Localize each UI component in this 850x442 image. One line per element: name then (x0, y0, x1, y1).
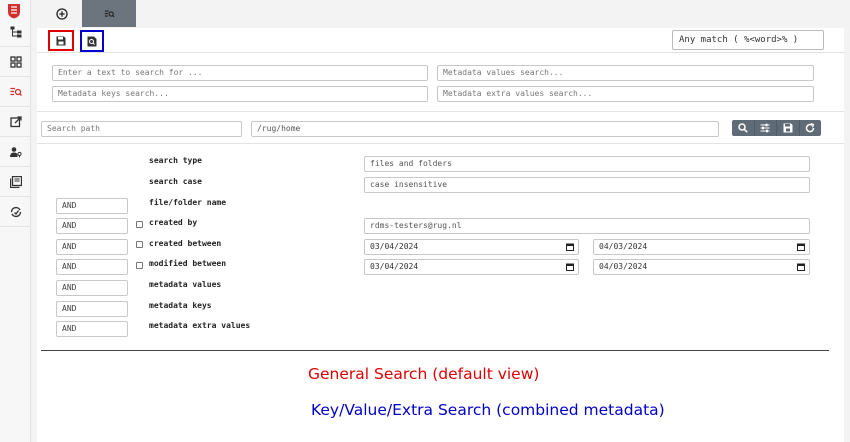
metadata-extra-input[interactable]: Metadata extra values search... (437, 86, 814, 102)
date-value: 04/03/2024 (599, 262, 648, 271)
search-case-label: search case (149, 177, 202, 186)
keyvalue-search-caption: Key/Value/Extra Search (combined metadat… (311, 401, 665, 419)
general-search-view-button[interactable] (48, 30, 74, 51)
metadata-keys-input[interactable]: Metadata keys search... (52, 86, 428, 102)
operator-select[interactable]: AND (56, 198, 128, 214)
operator-select[interactable]: AND (56, 321, 128, 337)
doc-search-icon (87, 36, 97, 46)
action-button-group (732, 120, 821, 136)
search-list-icon (10, 87, 22, 96)
operator-select[interactable]: AND (56, 239, 128, 255)
filter-settings-button[interactable] (755, 120, 777, 136)
metadata-keys-label: metadata keys (149, 301, 212, 310)
metadata-extra-values-label: metadata extra values (149, 321, 251, 330)
main-area: Any match ( %<word>% ) Enter a text to s… (31, 0, 850, 442)
calendar-icon (566, 243, 574, 251)
calendar-icon (566, 263, 574, 271)
text-search-input[interactable]: Enter a text to search for ... (52, 65, 428, 81)
reset-button[interactable] (800, 120, 822, 136)
path-value-input[interactable]: /rug/home (251, 121, 719, 137)
nav-user-access[interactable] (0, 137, 31, 167)
operator-select[interactable]: AND (56, 218, 128, 234)
search-case-select[interactable]: case insensitive (364, 177, 810, 193)
created-between-checkbox[interactable] (136, 241, 143, 248)
created-to-date[interactable]: 04/03/2024 (593, 239, 810, 255)
metadata-values-input[interactable]: Metadata values search... (437, 65, 814, 81)
date-value: 04/03/2024 (599, 242, 648, 251)
tab-bar (31, 0, 850, 28)
nav-search[interactable] (0, 77, 31, 107)
modified-to-date[interactable]: 04/03/2024 (593, 259, 810, 275)
search-button[interactable] (732, 120, 755, 136)
divider (37, 52, 844, 53)
left-navigation-rail (0, 0, 31, 442)
user-key-icon (9, 146, 22, 157)
divider (37, 111, 844, 112)
nav-tree[interactable] (0, 17, 31, 47)
nav-library[interactable] (0, 167, 31, 197)
divider (37, 143, 844, 144)
nav-dashboard[interactable] (0, 47, 31, 77)
modified-between-label: modified between (149, 259, 227, 268)
calendar-icon (797, 263, 805, 271)
add-circle-icon (56, 8, 68, 20)
file-folder-name-label: file/folder name (149, 198, 227, 207)
search-panel: Any match ( %<word>% ) Enter a text to s… (37, 28, 844, 442)
search-type-label: search type (149, 156, 202, 165)
save-icon (783, 123, 793, 133)
created-between-label: created between (149, 239, 222, 248)
keyvalue-search-view-button[interactable] (80, 30, 104, 52)
match-mode-select[interactable]: Any match ( %<word>% ) (672, 30, 824, 50)
operator-select[interactable]: AND (56, 280, 128, 296)
nav-external[interactable] (0, 107, 31, 137)
modified-from-date[interactable]: 03/04/2024 (364, 259, 579, 275)
save-icon (56, 36, 66, 45)
nav-sync[interactable] (0, 197, 31, 227)
calendar-icon (797, 243, 805, 251)
grid-icon (9, 55, 22, 68)
date-value: 03/04/2024 (370, 242, 419, 251)
external-link-icon (9, 115, 22, 127)
books-icon (9, 175, 22, 188)
refresh-icon (806, 123, 815, 133)
search-icon (738, 123, 748, 133)
sync-icon (10, 206, 21, 217)
operator-select[interactable]: AND (56, 259, 128, 275)
save-search-button[interactable] (777, 120, 800, 136)
search-list-icon (104, 10, 114, 17)
created-by-checkbox[interactable] (136, 221, 143, 228)
add-tab-button[interactable] (43, 1, 81, 27)
section-divider (41, 350, 829, 351)
operator-select[interactable]: AND (56, 301, 128, 317)
search-type-select[interactable]: files and folders (364, 156, 810, 172)
created-by-input[interactable]: rdms-testers@rug.nl (364, 218, 810, 234)
search-path-input[interactable]: Search path (41, 121, 242, 137)
created-by-label: created by (149, 218, 198, 227)
metadata-values-label: metadata values (149, 280, 222, 289)
tab-search[interactable] (82, 0, 136, 27)
tree-icon (10, 26, 21, 37)
date-value: 03/04/2024 (370, 262, 419, 271)
general-search-caption: General Search (default view) (308, 365, 540, 383)
created-from-date[interactable]: 03/04/2024 (364, 239, 579, 255)
sliders-icon (760, 123, 770, 133)
modified-between-checkbox[interactable] (136, 262, 143, 269)
